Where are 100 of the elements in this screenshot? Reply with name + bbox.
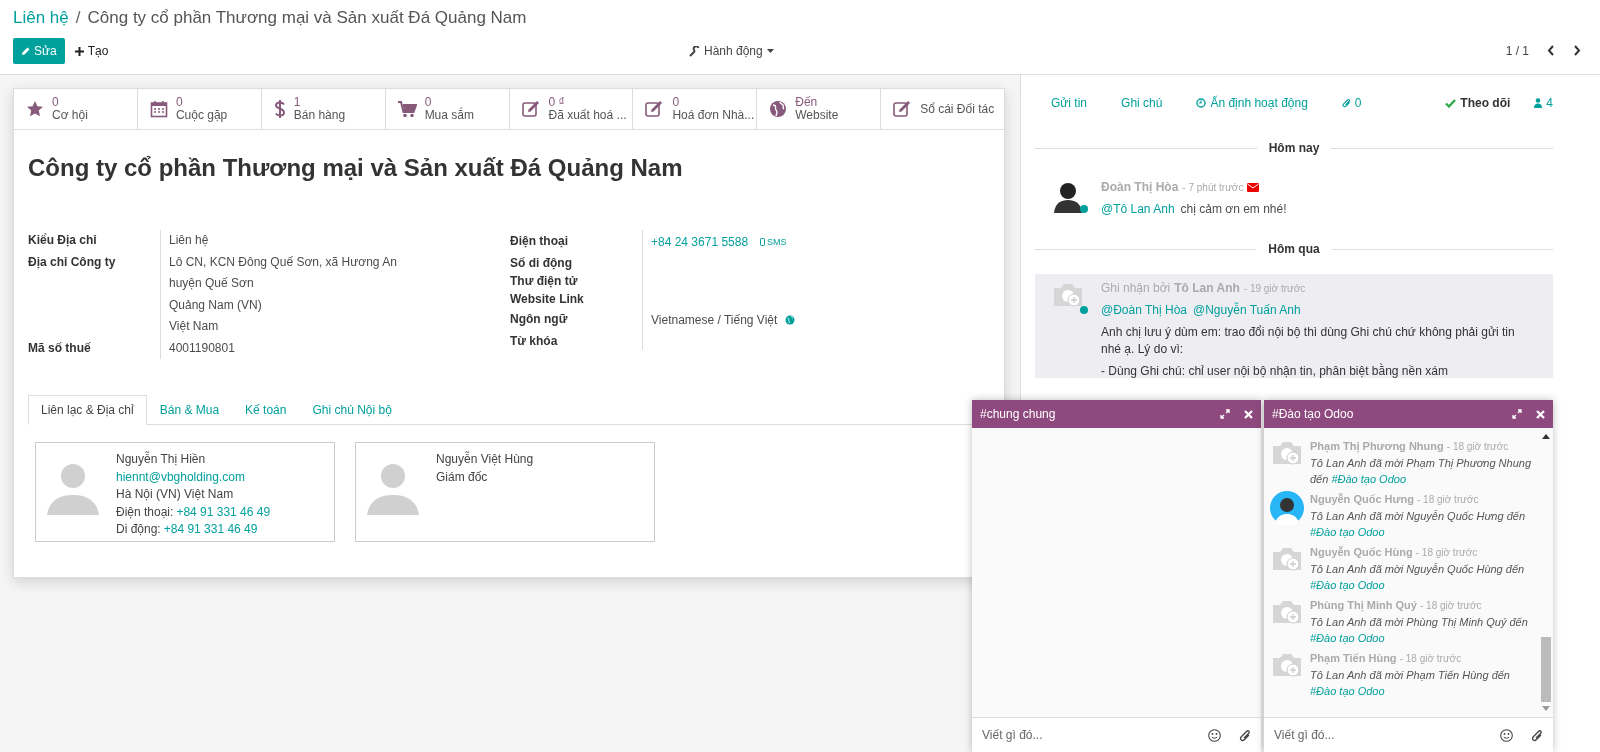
stat-button[interactable]: 1 Bán hàng [261, 89, 386, 129]
wrench-icon [689, 45, 700, 57]
stat-button[interactable]: Đến Website [757, 89, 882, 129]
pencil-icon [21, 46, 31, 56]
message-input[interactable]: Viết gì đó... [1272, 727, 1482, 743]
stat-button[interactable]: 0 Cơ hội [14, 89, 138, 129]
mention-link[interactable]: @Tô Lan Anh [1101, 201, 1175, 218]
expand-icon[interactable] [1220, 409, 1230, 419]
breadcrumb-separator: / [75, 8, 81, 28]
mobile-link[interactable]: +84 91 331 46 49 [163, 521, 258, 539]
smiley-icon[interactable] [1208, 728, 1221, 742]
stat-button[interactable]: 0 Hoá đơn Nhà... [633, 89, 758, 129]
message-text: Tô Lan Anh đã mời Phùng Thị Minh Quý đến #Đào tạo Odoo [1310, 615, 1529, 646]
log-note-link[interactable]: Ghi chú [1121, 96, 1163, 110]
message-author: Tô Lan Anh [1174, 280, 1240, 297]
channel-link[interactable]: #Đào tạo Odoo [1331, 473, 1407, 485]
notebook-tab[interactable]: Ghi chú Nội bộ [299, 395, 405, 425]
chevron-left-icon [1547, 44, 1555, 56]
channel-link[interactable]: #Đào tạo Odoo [1310, 685, 1385, 697]
stat-button[interactable]: 0 Mua sắm [385, 89, 510, 129]
field-label: Ngôn ngữ [510, 311, 569, 328]
edit-button[interactable]: Sửa [13, 38, 65, 64]
star-icon [26, 100, 44, 118]
action-dropdown[interactable]: Hành động [683, 43, 780, 59]
field-value: Vietnamese / Tiếng Việt [651, 313, 778, 327]
composer-field[interactable]: Viết gì đó... [1264, 717, 1553, 752]
dollar-icon [273, 99, 286, 119]
message-text: chị cảm ơn em nhé! [1180, 201, 1287, 218]
check-icon [1445, 98, 1457, 108]
field-value: Liên hệ [169, 232, 210, 249]
clock-icon [1196, 98, 1207, 108]
channel-link[interactable]: #Đào tạo Odoo [1310, 632, 1385, 644]
person-icon [1534, 98, 1543, 108]
message-prefix: Ghi nhận bởi [1101, 280, 1171, 297]
mobile-label: Di động: [116, 521, 161, 538]
attachments-link[interactable]: 0 [1341, 96, 1362, 110]
message-text: Tô Lan Anh đã mời Nguyễn Quốc Hưng đến #Đào tạo Odoo [1310, 509, 1526, 540]
contact-job: Giám đốc [436, 468, 489, 486]
message-text: - Dùng Ghi chú: chỉ user nội bộ nhận tin, phân biệt bằng nền xám [1101, 363, 1449, 378]
chat-title: #chung chung [980, 407, 1056, 421]
close-icon[interactable] [1536, 409, 1545, 419]
expand-icon[interactable] [1512, 409, 1522, 419]
field-label: Mã số thuế [28, 339, 92, 357]
message-text: Tô Lan Anh đã mời Nguyễn Quốc Hùng đến #Đào tạo Odoo [1310, 562, 1526, 593]
follow-button[interactable]: Theo dõi [1445, 96, 1511, 110]
message-author: Phạm Tiến Hùng [1310, 652, 1397, 664]
record-title: Công ty cổ phần Thương mại và Sản xuất Đá Quảng Nam [28, 154, 684, 182]
phone-link[interactable]: +84 91 331 46 49 [176, 503, 271, 521]
phone-link[interactable]: +84 24 3671 5588 [651, 235, 749, 249]
field-value: Quảng Nam (VN) [169, 296, 263, 314]
channel-link[interactable]: #Đào tạo Odoo [1310, 579, 1385, 591]
email-link[interactable]: hiennt@vbgholding.com [116, 468, 271, 486]
contact-address: Hà Nội (VN) Việt Nam [116, 486, 235, 503]
contact-name: Nguyễn Việt Hùng [436, 451, 534, 468]
create-button[interactable]: Tạo [66, 38, 117, 64]
stat-button[interactable]: Sổ cái Đối tác [881, 89, 1004, 129]
followers-button[interactable]: 4 [1534, 96, 1553, 110]
message-author: Phạm Thị Phương Nhung [1310, 440, 1444, 452]
date-separator: Hôm qua [1267, 242, 1321, 256]
message-text: Tô Lan Anh đã mời Phạm Thị Phương Nhung đến #Đào tạo Odoo [1310, 456, 1533, 487]
schedule-activity-link[interactable]: Ấn định hoạt động [1196, 96, 1308, 110]
stat-button[interactable]: 0 ₫ Đã xuất hoá ... [509, 89, 634, 129]
sms-link[interactable]: SMS [760, 237, 787, 247]
composer-field[interactable]: Viết gì đó... [972, 717, 1261, 752]
breadcrumb-link[interactable]: Liên hệ [13, 8, 69, 28]
message-text: Tô Lan Anh đã mời Phạm Tiến Hùng đến #Đào tạo Odoo [1310, 668, 1511, 699]
close-icon[interactable] [1244, 409, 1253, 419]
send-message-link[interactable]: Gửi tin [1051, 96, 1088, 110]
message-author: Đoàn Thị Hòa [1101, 179, 1179, 196]
notebook-tab[interactable]: Liên lạc & Địa chỉ [28, 395, 147, 425]
mention-link[interactable]: @Đoàn Thị Hòa [1101, 302, 1187, 319]
message-text: Anh chị lưu ý dùm em: trao đổi nội bộ thì dùng Ghi chú chứ không phải gửi tin nhé ạ. Lý do vì: [1101, 324, 1516, 358]
mention-link[interactable]: @Nguyễn Tuấn Anh [1193, 302, 1301, 319]
message-time: - 7 phút trước [1182, 181, 1244, 195]
envelope-icon [1247, 183, 1260, 192]
notebook-tab[interactable]: Bán & Mua [146, 395, 233, 425]
stat-button[interactable]: 0 Cuộc gặp [137, 89, 262, 129]
smiley-icon[interactable] [1500, 728, 1513, 742]
message-input[interactable]: Viết gì đó... [980, 727, 1190, 743]
message-time: - 18 giờ trước [1417, 494, 1479, 505]
scroll-up-icon[interactable] [1542, 434, 1550, 439]
paperclip-icon[interactable] [1531, 728, 1543, 742]
breadcrumb-current: Công ty cổ phần Thương mại và Sản xuất Đá Quảng Nam [87, 8, 527, 28]
scroll-down-icon[interactable] [1542, 706, 1550, 711]
message-time: - 18 giờ trước [1420, 600, 1482, 611]
message-author: Nguyễn Quốc Hưng [1310, 493, 1414, 505]
notebook-tab[interactable]: Kế toán [232, 395, 300, 425]
contact-card[interactable]: Nguyễn Thị Hiền hiennt@vbgholding.com Hà Nội (VN) Việt Nam Điện thoại: +84 91 331 46 49 Di động: +84 91 331 46 49 [35, 442, 335, 542]
date-separator: Hôm nay [1267, 141, 1321, 155]
edit-icon [521, 100, 541, 118]
contact-card[interactable]: Nguyễn Việt Hùng Giám đốc [355, 442, 655, 542]
contact-name: Nguyễn Thị Hiền [116, 451, 207, 468]
channel-link[interactable]: #Đào tạo Odoo [1310, 526, 1385, 538]
field-label: Địa chỉ Công ty [28, 253, 117, 271]
globe-icon [769, 100, 788, 118]
paperclip-icon[interactable] [1239, 728, 1251, 742]
online-status-dot [1080, 306, 1088, 314]
field-label: Số di động [510, 255, 573, 272]
chevron-right-icon [1573, 44, 1581, 56]
message-time: - 18 giờ trước [1399, 653, 1462, 664]
